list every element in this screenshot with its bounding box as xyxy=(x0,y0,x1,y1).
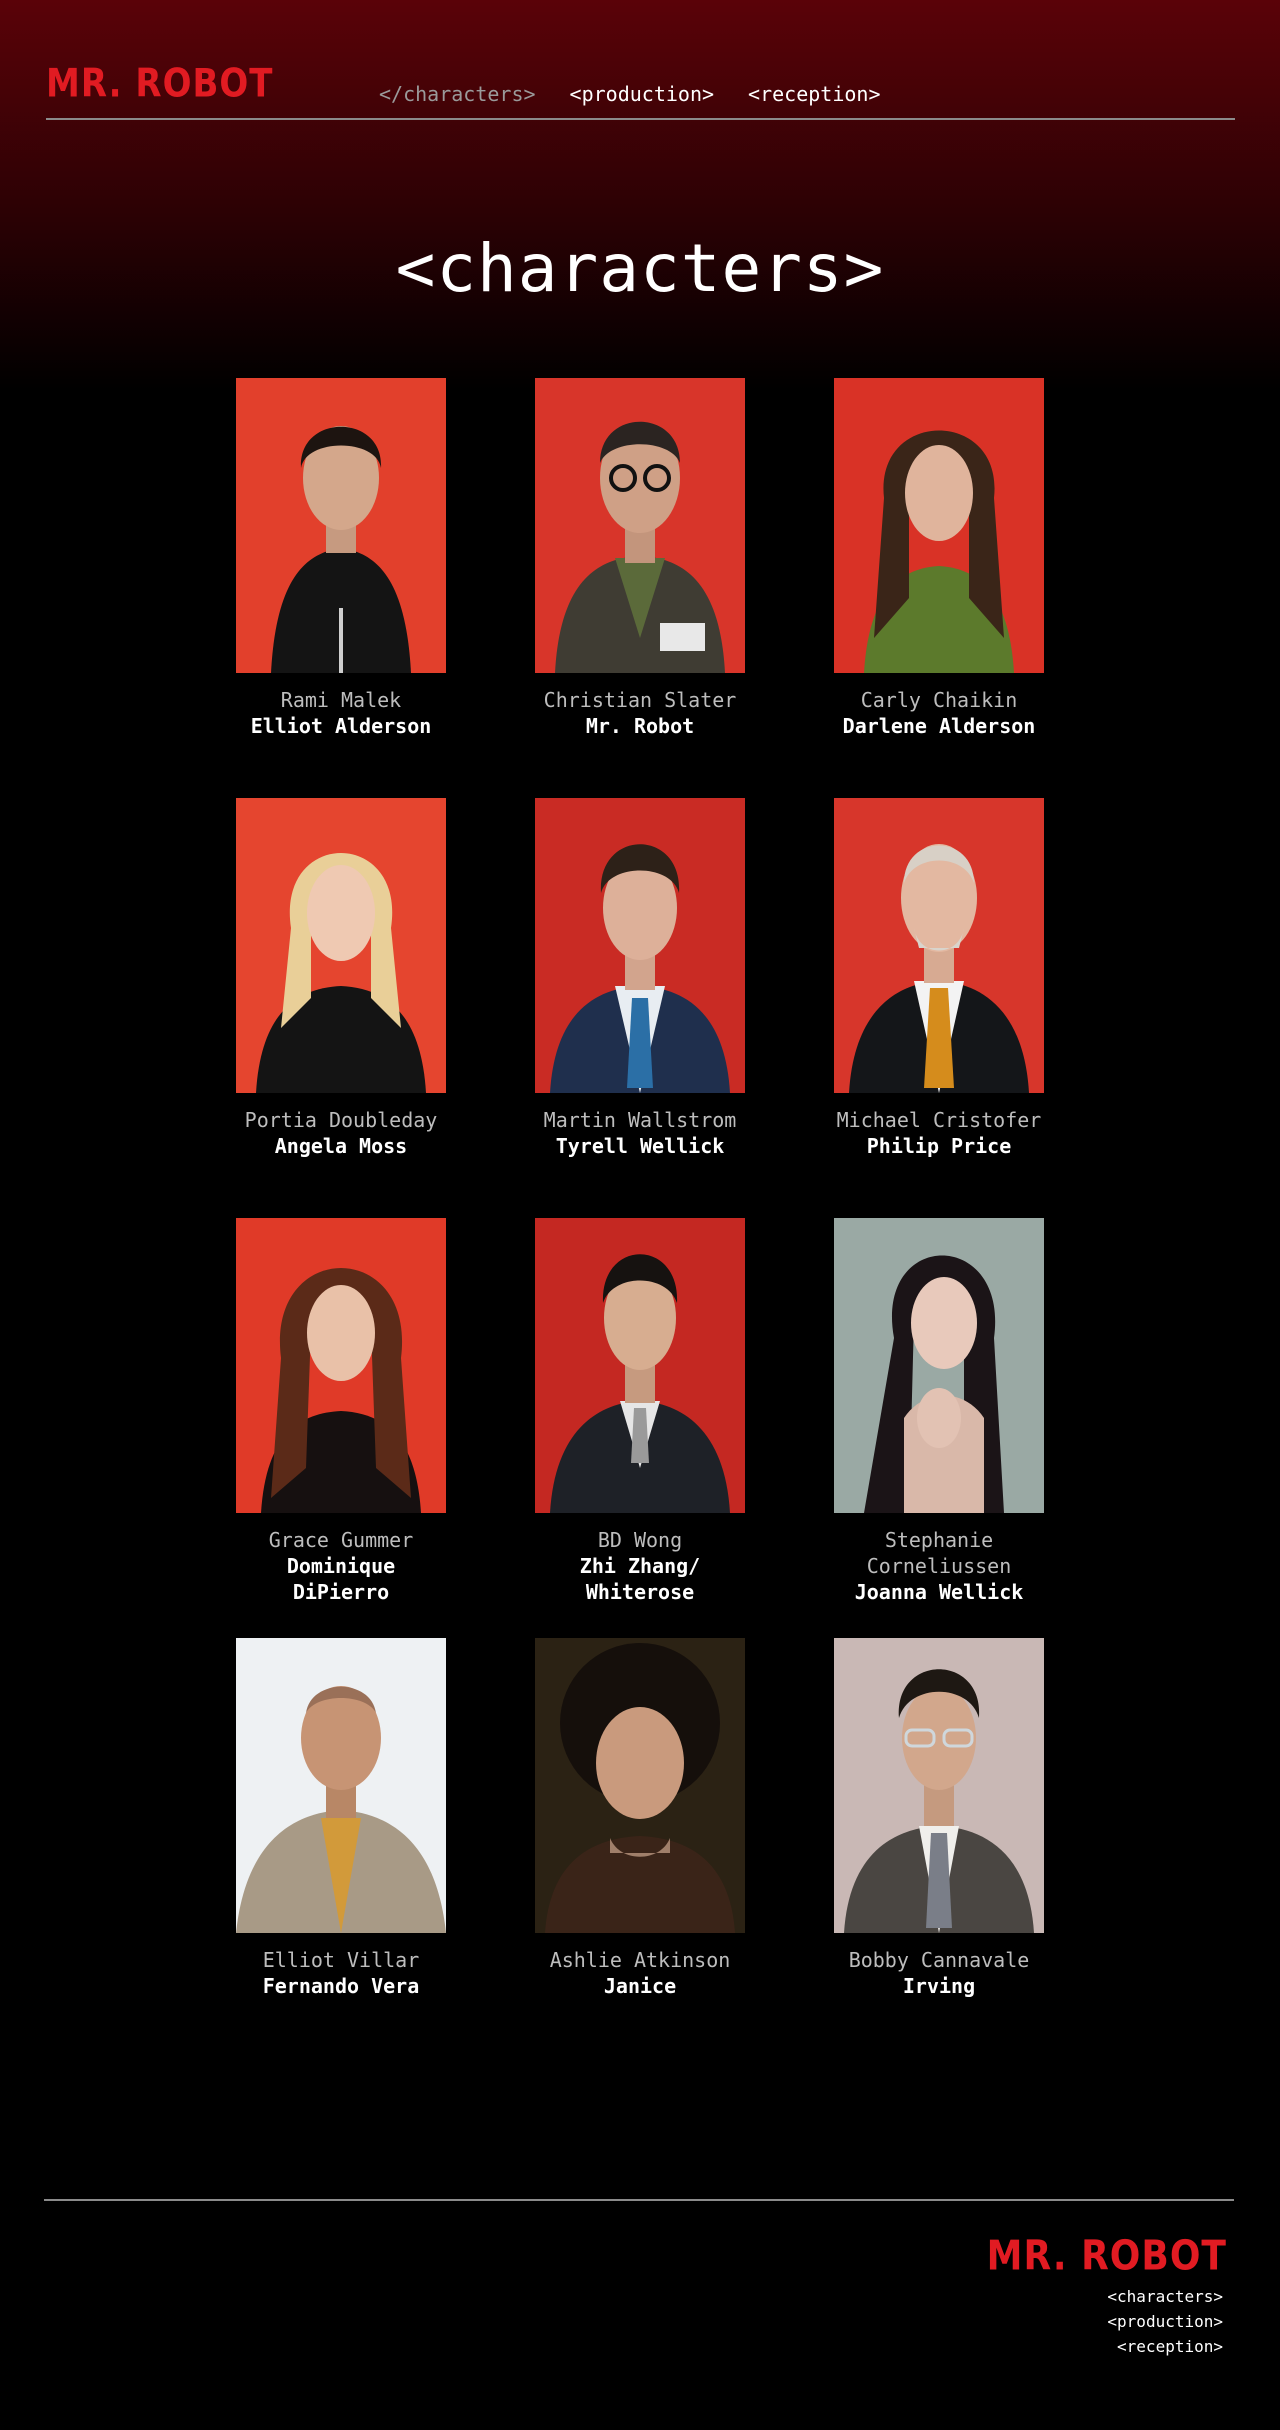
cast-photo xyxy=(535,798,745,1093)
character-name: Elliot Alderson xyxy=(250,714,432,738)
cast-photo xyxy=(834,1218,1044,1513)
actor-name: Ashlie Atkinson xyxy=(549,1948,731,1972)
character-name: Irving xyxy=(902,1974,976,1998)
actor-name: Michael Cristofer xyxy=(836,1108,1042,1132)
cast-photo xyxy=(535,1638,745,1933)
character-name: Darlene Alderson xyxy=(842,714,1036,738)
character-card-vera[interactable]: Elliot Villar Fernando Vera xyxy=(236,1638,446,2058)
character-card-elliot[interactable]: Rami Malek Elliot Alderson xyxy=(236,378,446,798)
character-name: Fernando Vera xyxy=(262,1974,420,1998)
character-card-whiterose[interactable]: BD Wong Zhi Zhang/ Whiterose xyxy=(535,1218,745,1638)
character-card-angela[interactable]: Portia Doubleday Angela Moss xyxy=(236,798,446,1218)
character-name: Philip Price xyxy=(866,1134,1012,1158)
cast-photo xyxy=(236,1638,446,1933)
footer-link-reception[interactable]: <reception> xyxy=(1107,2334,1223,2359)
cast-photo xyxy=(834,1638,1044,1933)
actor-name: Martin Wallstrom xyxy=(543,1108,737,1132)
character-name: Dominique DiPierro xyxy=(286,1554,396,1604)
footer-nav: <characters> <production> <reception> xyxy=(1107,2284,1223,2359)
actor-name: Bobby Cannavale xyxy=(848,1948,1030,1972)
footer-link-production[interactable]: <production> xyxy=(1107,2309,1223,2334)
cast-photo xyxy=(236,378,446,673)
brand-logo[interactable]: MR. ROBOT xyxy=(46,61,274,107)
actor-name: Portia Doubleday xyxy=(244,1108,438,1132)
cast-photo xyxy=(535,1218,745,1513)
nav-link-production[interactable]: <production> xyxy=(570,82,715,106)
character-card-joanna[interactable]: Stephanie Corneliussen Joanna Wellick xyxy=(834,1218,1044,1638)
actor-name: Stephanie Corneliussen xyxy=(866,1528,1012,1578)
character-name: Mr. Robot xyxy=(585,714,695,738)
character-name: Zhi Zhang/ Whiterose xyxy=(579,1554,701,1604)
character-name: Tyrell Wellick xyxy=(555,1134,725,1158)
footer-link-characters[interactable]: <characters> xyxy=(1107,2284,1223,2309)
footer-divider xyxy=(44,2199,1234,2201)
actor-name: Elliot Villar xyxy=(262,1948,420,1972)
nav-link-characters[interactable]: </characters> xyxy=(379,82,536,106)
nav-link-reception[interactable]: <reception> xyxy=(748,82,880,106)
character-card-janice[interactable]: Ashlie Atkinson Janice xyxy=(535,1638,745,2058)
character-card-tyrell[interactable]: Martin Wallstrom Tyrell Wellick xyxy=(535,798,745,1218)
cast-photo xyxy=(236,1218,446,1513)
character-name: Joanna Wellick xyxy=(854,1580,1024,1604)
character-name: Janice xyxy=(603,1974,677,1998)
actor-name: Carly Chaikin xyxy=(860,688,1018,712)
actor-name: Christian Slater xyxy=(543,688,737,712)
page-title: <characters> xyxy=(395,230,885,307)
footer-logo[interactable]: MR. ROBOT xyxy=(987,2233,1227,2280)
cast-photo xyxy=(236,798,446,1093)
main-nav: </characters> <production> <reception> xyxy=(379,82,881,106)
character-card-mr-robot[interactable]: Christian Slater Mr. Robot xyxy=(535,378,745,798)
character-card-darlene[interactable]: Carly Chaikin Darlene Alderson xyxy=(834,378,1044,798)
actor-name: Grace Gummer xyxy=(268,1528,414,1552)
cast-photo xyxy=(834,798,1044,1093)
actor-name: Rami Malek xyxy=(280,688,402,712)
actor-name: BD Wong xyxy=(597,1528,683,1552)
cast-photo xyxy=(535,378,745,673)
character-card-irving[interactable]: Bobby Cannavale Irving xyxy=(834,1638,1044,2058)
cast-photo xyxy=(834,378,1044,673)
character-card-price[interactable]: Michael Cristofer Philip Price xyxy=(834,798,1044,1218)
character-card-dominique[interactable]: Grace Gummer Dominique DiPierro xyxy=(236,1218,446,1638)
site-header: MR. ROBOT </characters> <production> <re… xyxy=(46,0,1235,120)
characters-grid: Rami Malek Elliot Alderson Christian Sla… xyxy=(236,378,1044,2058)
character-name: Angela Moss xyxy=(274,1134,408,1158)
